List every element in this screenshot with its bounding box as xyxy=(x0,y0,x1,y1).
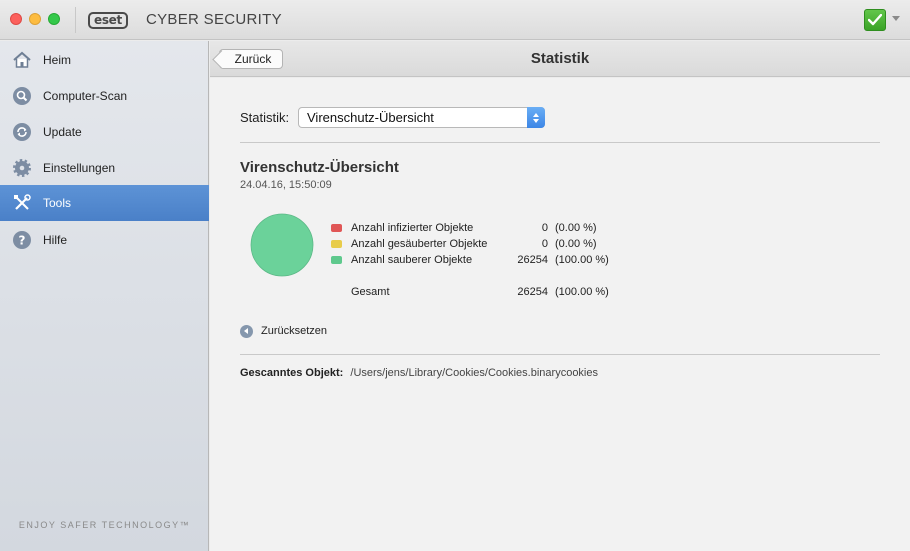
legend-swatch xyxy=(331,240,342,248)
sidebar-item-hilfe[interactable]: ? Hilfe xyxy=(0,222,209,258)
refresh-icon xyxy=(13,123,31,141)
legend-count: 0 xyxy=(541,222,548,234)
sidebar-item-label: Heim xyxy=(43,53,72,67)
legend-swatch xyxy=(331,256,342,264)
sidebar: Heim Computer-Scan Update Einstellungen xyxy=(0,41,209,551)
legend-count: 26254 xyxy=(517,254,548,266)
app-name: CYBER SECURITY xyxy=(146,11,282,28)
logo-text: eset xyxy=(88,11,128,29)
tagline: ENJOY SAFER TECHNOLOGY™ xyxy=(18,520,191,530)
scanned-object: Gescanntes Objekt: /Users/jens/Library/C… xyxy=(240,367,598,379)
legend-percent: (0.00 %) xyxy=(555,222,597,234)
legend-swatch xyxy=(331,224,342,232)
reset-arrow-icon xyxy=(240,324,253,338)
reset-label: Zurücksetzen xyxy=(261,325,328,337)
scanned-object-label: Gescanntes Objekt: xyxy=(240,367,344,379)
statistics-select[interactable]: Virenschutz-Übersicht xyxy=(298,107,545,128)
sidebar-item-heim[interactable]: Heim xyxy=(0,42,209,78)
divider xyxy=(240,354,880,355)
scanned-object-path: /Users/jens/Library/Cookies/Cookies.bina… xyxy=(350,367,598,379)
help-icon: ? xyxy=(13,231,31,249)
eset-logo: eset xyxy=(88,11,128,29)
total-percent: (100.00 %) xyxy=(555,286,609,298)
titlebar-divider xyxy=(75,7,76,33)
sidebar-item-label: Einstellungen xyxy=(43,161,116,175)
sidebar-item-label: Update xyxy=(43,125,82,139)
sidebar-item-computer-scan[interactable]: Computer-Scan xyxy=(0,78,209,114)
close-window-button[interactable] xyxy=(10,13,22,25)
statistics-select-label: Statistik: xyxy=(240,110,290,125)
statistics-timestamp: 24.04.16, 15:50:09 xyxy=(240,179,332,191)
divider xyxy=(240,142,880,143)
zoom-window-button[interactable] xyxy=(48,13,60,25)
sidebar-item-label: Hilfe xyxy=(43,233,68,247)
checkmark-icon xyxy=(868,14,882,26)
legend-label: Anzahl sauberer Objekte xyxy=(351,254,473,266)
title-bar: eset CYBER SECURITY xyxy=(0,0,910,40)
pie-chart xyxy=(250,213,314,277)
pie-slice-2 xyxy=(250,213,314,277)
sidebar-item-tools[interactable]: Tools xyxy=(0,185,209,221)
legend-label: Anzahl infizierter Objekte xyxy=(351,222,474,234)
magnifier-icon xyxy=(13,87,31,105)
home-icon xyxy=(13,51,31,68)
main-content: Statistik: Virenschutz-Übersicht Virensc… xyxy=(210,78,910,551)
total-count: 26254 xyxy=(517,286,548,298)
sidebar-item-label: Computer-Scan xyxy=(43,89,128,103)
svg-text:?: ? xyxy=(19,234,26,248)
sidebar-item-einstellungen[interactable]: Einstellungen xyxy=(0,150,209,186)
statistics-select-value: Virenschutz-Übersicht xyxy=(307,110,434,125)
legend-count: 0 xyxy=(541,238,548,250)
back-button-label: Zurück xyxy=(234,52,272,66)
section-title: Virenschutz-Übersicht xyxy=(240,159,399,176)
sidebar-item-update[interactable]: Update xyxy=(0,114,209,150)
total-label: Gesamt xyxy=(351,286,390,298)
legend-percent: (0.00 %) xyxy=(555,238,597,250)
protection-status-button[interactable] xyxy=(864,9,886,31)
gear-icon xyxy=(13,159,31,177)
minimize-window-button[interactable] xyxy=(29,13,41,25)
reset-button[interactable]: Zurücksetzen xyxy=(240,323,327,339)
select-arrows-icon[interactable] xyxy=(527,107,545,128)
sidebar-item-label: Tools xyxy=(43,196,72,210)
content-header: Zurück Statistik xyxy=(210,41,910,77)
page-title: Statistik xyxy=(530,50,590,67)
status-dropdown-caret-icon[interactable] xyxy=(892,16,900,21)
legend-percent: (100.00 %) xyxy=(555,254,609,266)
legend-label: Anzahl gesäuberter Objekte xyxy=(351,238,488,250)
tools-icon xyxy=(14,194,31,210)
